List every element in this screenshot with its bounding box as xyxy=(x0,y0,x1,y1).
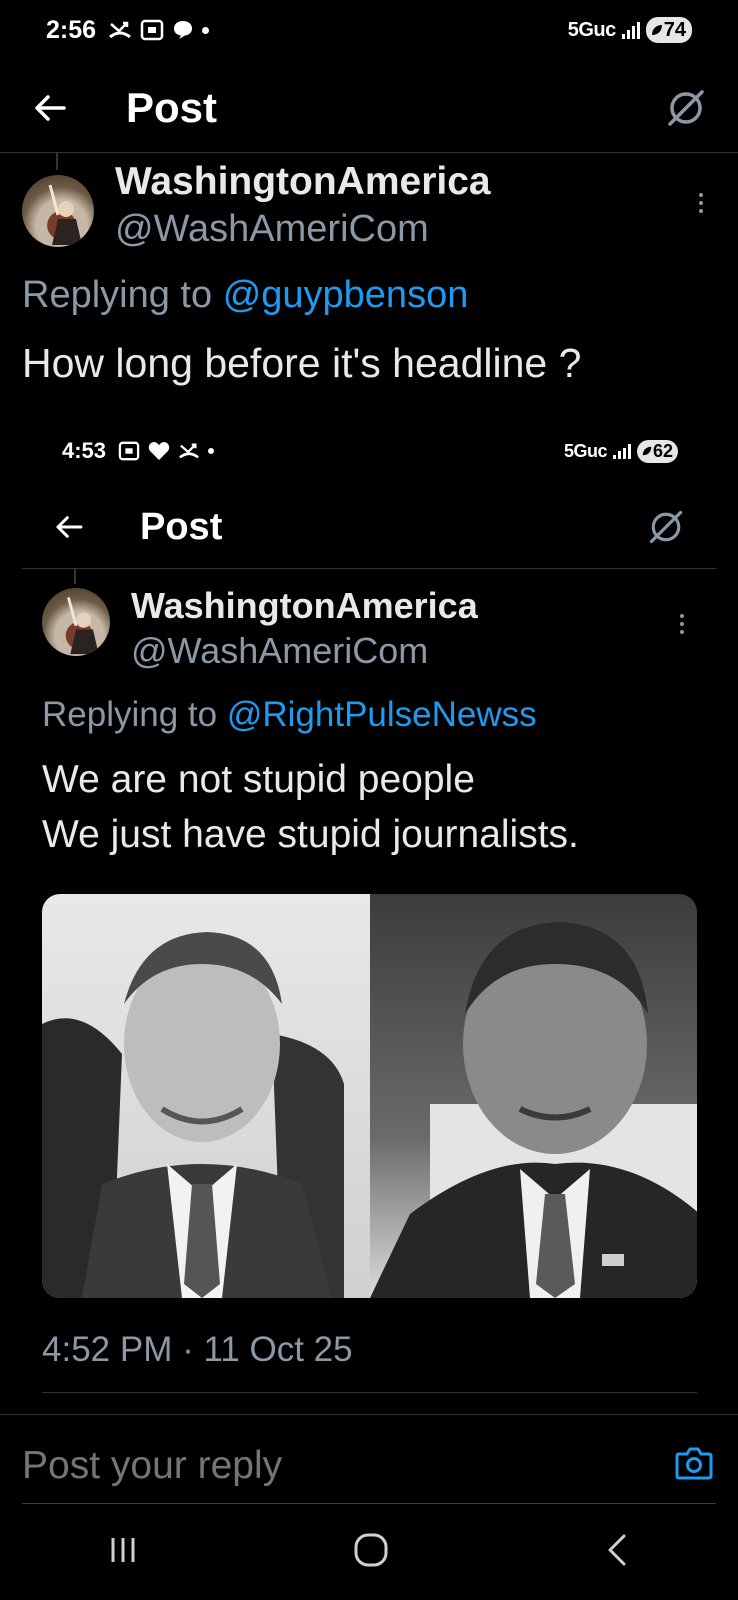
missed-call-icon xyxy=(109,21,131,39)
embedded-notification-icons xyxy=(118,441,215,461)
embedded-top-bar: Post xyxy=(0,492,738,562)
thread-line xyxy=(74,568,76,584)
reply-bar-divider xyxy=(0,1414,738,1415)
arrow-left-icon xyxy=(56,516,83,538)
reply-mention-link[interactable]: @guypbenson xyxy=(223,274,469,316)
more-vertical-icon xyxy=(680,614,684,634)
battery-saver-icon xyxy=(642,446,652,456)
embedded-replying-to: Replying to @RightPulseNewss xyxy=(42,695,537,734)
tweet-timestamp: 4:52 PM · 11 Oct 25 xyxy=(42,1330,353,1369)
chat-icon xyxy=(174,21,193,39)
avatar-figure xyxy=(48,184,82,245)
embedded-tweet-text-line1: We are not stupid people xyxy=(42,758,475,801)
embedded-avatar xyxy=(42,588,110,656)
dot-icon xyxy=(208,448,215,454)
screenshot-icon xyxy=(118,441,140,461)
embedded-display-name: WashingtonAmerica xyxy=(131,585,478,626)
timestamp-divider xyxy=(42,1392,697,1393)
tweet-text: How long before it's headline ? xyxy=(22,340,582,386)
photo-right-portrait xyxy=(369,894,697,1298)
more-vertical-icon[interactable] xyxy=(699,193,703,213)
embedded-reply-mention: @RightPulseNewss xyxy=(226,695,537,734)
page-title: Post xyxy=(126,83,218,131)
tweet-media-image xyxy=(42,894,697,1298)
embedded-status-bar: 4:53 5Guc 62 xyxy=(0,434,738,468)
reply-input[interactable] xyxy=(22,1440,622,1492)
system-nav-bar xyxy=(0,1500,738,1600)
embedded-tweet-text-line2: We just have stupid journalists. xyxy=(42,813,579,856)
portrait-right-figure xyxy=(369,922,697,1298)
network-type: 5Guc xyxy=(567,18,617,41)
thread-line xyxy=(56,152,58,170)
battery-saver-icon xyxy=(651,25,662,35)
avatar[interactable] xyxy=(22,175,94,247)
arrow-left-icon[interactable] xyxy=(30,88,70,128)
avatar-figure xyxy=(67,597,99,655)
camera-icon[interactable] xyxy=(675,1446,713,1480)
heart-icon xyxy=(148,442,170,460)
signal-icon xyxy=(621,21,640,39)
nav-back-icon[interactable] xyxy=(602,1533,632,1567)
replying-to: Replying to @guypbenson xyxy=(22,274,469,316)
slashed-circle-icon[interactable] xyxy=(664,86,708,130)
embedded-page-title: Post xyxy=(140,505,223,548)
home-icon[interactable] xyxy=(353,1532,389,1568)
status-time: 2:56 xyxy=(46,15,97,44)
embedded-header-divider xyxy=(22,568,716,569)
embedded-status-time: 4:53 xyxy=(62,438,107,463)
display-name[interactable]: WashingtonAmerica xyxy=(115,160,491,204)
battery-indicator: 74 xyxy=(645,17,692,43)
status-bar: 2:56 5Guc 74 xyxy=(0,10,738,50)
top-bar: Post xyxy=(0,70,738,145)
embedded-battery-indicator: 62 xyxy=(636,439,678,463)
photo-left-portrait xyxy=(42,894,370,1298)
user-handle[interactable]: @WashAmeriCom xyxy=(115,208,429,251)
dot-icon xyxy=(202,26,210,34)
slashed-circle-icon xyxy=(649,510,683,544)
embedded-network-type: 5Guc xyxy=(563,440,608,461)
screenshot-icon xyxy=(140,19,164,41)
embedded-user-handle: @WashAmeriCom xyxy=(131,630,429,671)
notification-icons xyxy=(108,19,210,41)
recents-icon[interactable] xyxy=(106,1535,140,1565)
header-divider xyxy=(0,152,738,153)
signal-icon xyxy=(612,443,631,459)
portrait-left-figure xyxy=(42,932,344,1298)
missed-call-icon xyxy=(179,443,199,459)
